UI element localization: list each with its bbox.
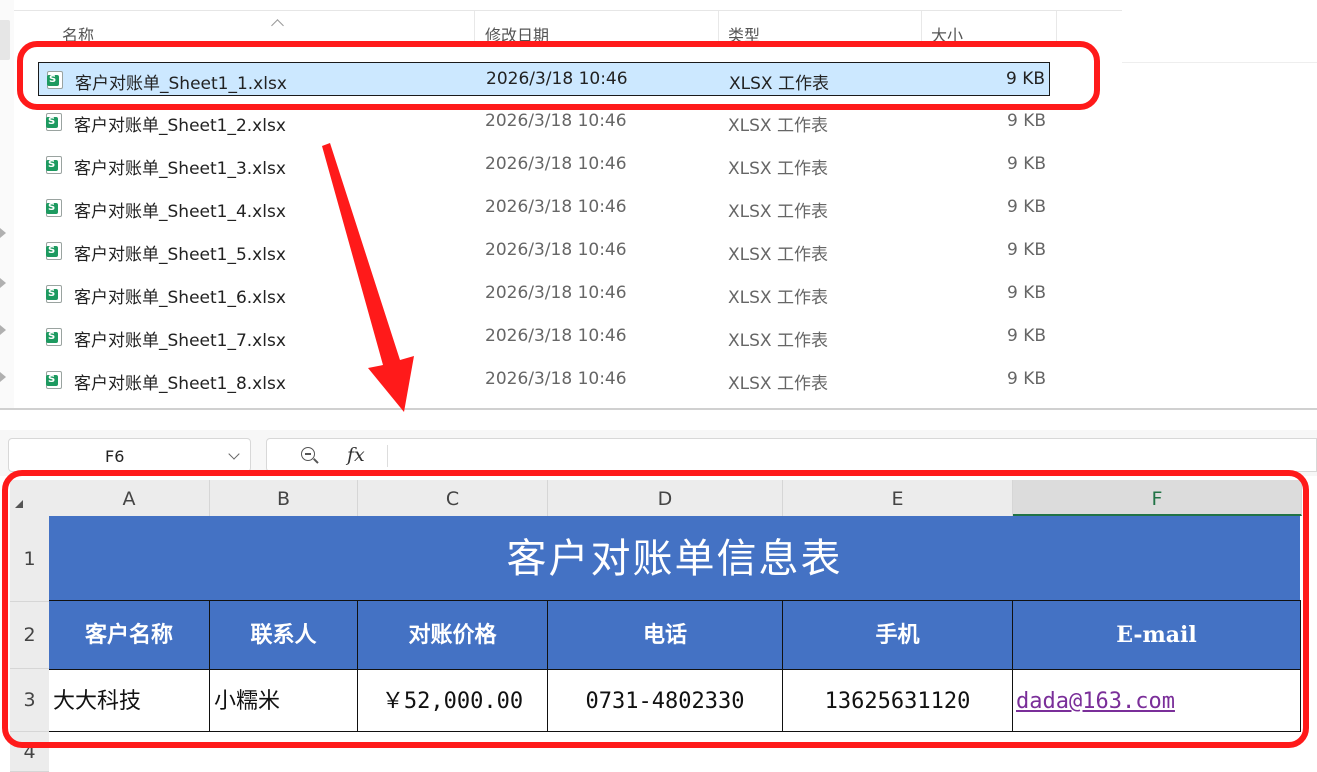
file-icon-letter: S <box>48 374 56 385</box>
file-icon-letter: S <box>48 159 56 170</box>
red-arrow-icon <box>322 143 414 412</box>
arrow-shape <box>322 143 414 412</box>
file-icon-letter: S <box>48 116 56 127</box>
file-icon-letter: S <box>48 202 56 213</box>
file-icon-letter: S <box>49 74 57 85</box>
file-icon-letter: S <box>48 288 56 299</box>
file-icon-letter: S <box>48 331 56 342</box>
file-icon-letter: S <box>48 245 56 256</box>
